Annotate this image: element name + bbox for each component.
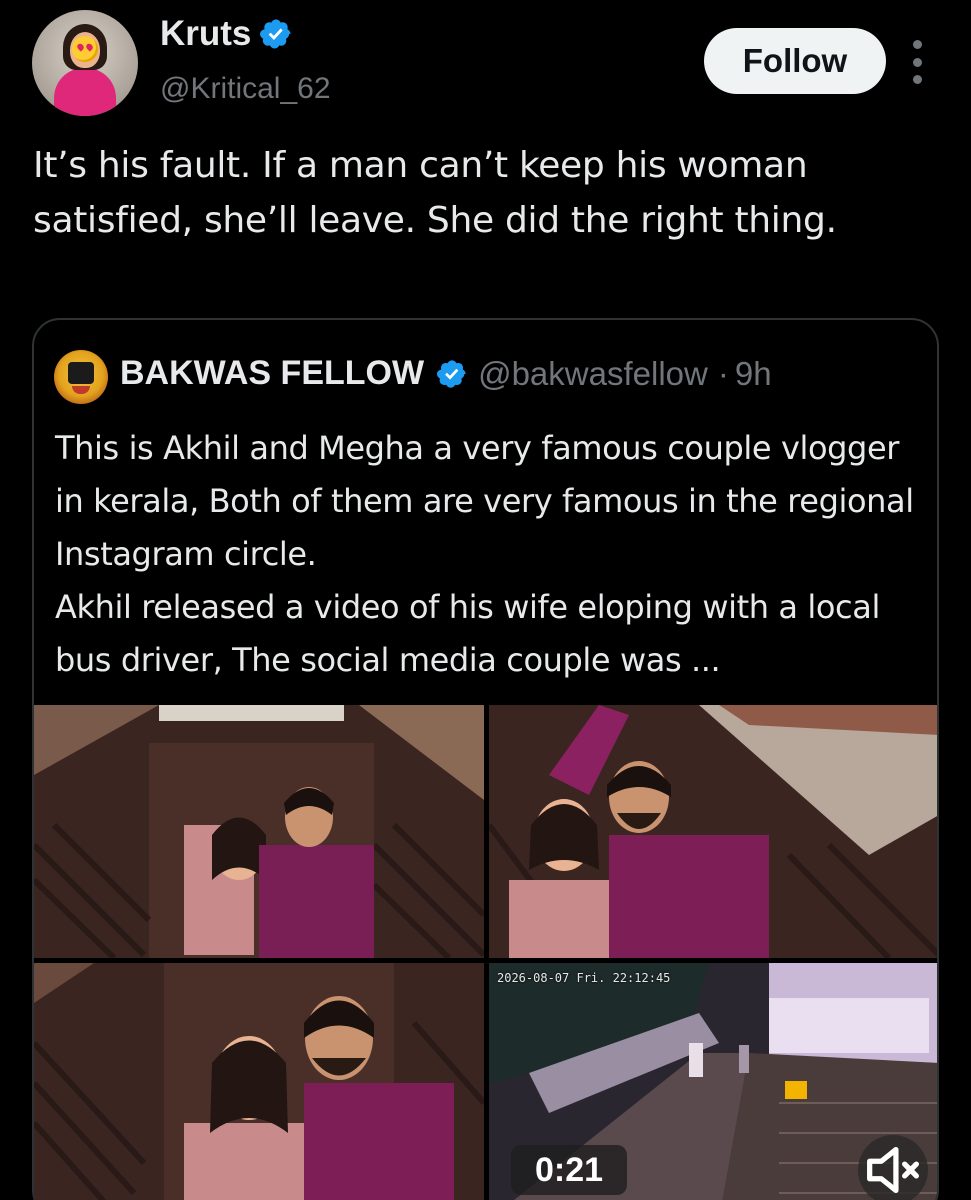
author-handle[interactable]: @Kritical_62 — [160, 72, 331, 106]
author-name-row: Kruts — [160, 14, 293, 54]
verified-badge-icon — [260, 19, 291, 49]
quoted-media-grid: 2026-08-07 Fri. 22:12:45 0:21 — [34, 705, 937, 1200]
quoted-tweet-text: This is Akhil and Megha a very famous co… — [55, 429, 914, 679]
quoted-author-name[interactable]: BAKWAS FELLOW — [120, 354, 424, 393]
quoted-tweet-card[interactable]: BAKWAS FELLOW @bakwasfellow · 9h This is… — [32, 318, 939, 1200]
author-avatar[interactable] — [32, 10, 138, 116]
verified-badge-icon — [437, 359, 466, 388]
more-options-icon[interactable] — [904, 40, 930, 84]
media-photo-2[interactable] — [489, 705, 937, 958]
media-photo-3[interactable] — [34, 963, 484, 1200]
quoted-tweet-time[interactable]: 9h — [735, 355, 772, 393]
meta-separator: · — [717, 354, 729, 392]
media-photo-1[interactable] — [34, 705, 484, 958]
media-video[interactable]: 2026-08-07 Fri. 22:12:45 0:21 — [489, 963, 937, 1200]
follow-button[interactable]: Follow — [704, 28, 886, 94]
video-duration-badge: 0:21 — [511, 1145, 627, 1195]
cctv-timestamp: 2026-08-07 Fri. 22:12:45 — [497, 971, 671, 985]
tweet-page: Kruts @Kritical_62 Follow It’s his fault… — [0, 0, 971, 1200]
quoted-author-handle[interactable]: @bakwasfellow — [478, 355, 708, 393]
speaker-muted-icon[interactable] — [858, 1135, 928, 1200]
tweet-text: It’s his fault. If a man can’t keep his … — [33, 145, 837, 241]
author-display-name[interactable]: Kruts — [160, 14, 251, 54]
heart-eyes-emoji-icon — [72, 36, 98, 62]
quoted-tweet-header: BAKWAS FELLOW @bakwasfellow · 9h — [120, 354, 772, 393]
quoted-author-avatar[interactable] — [54, 350, 108, 404]
